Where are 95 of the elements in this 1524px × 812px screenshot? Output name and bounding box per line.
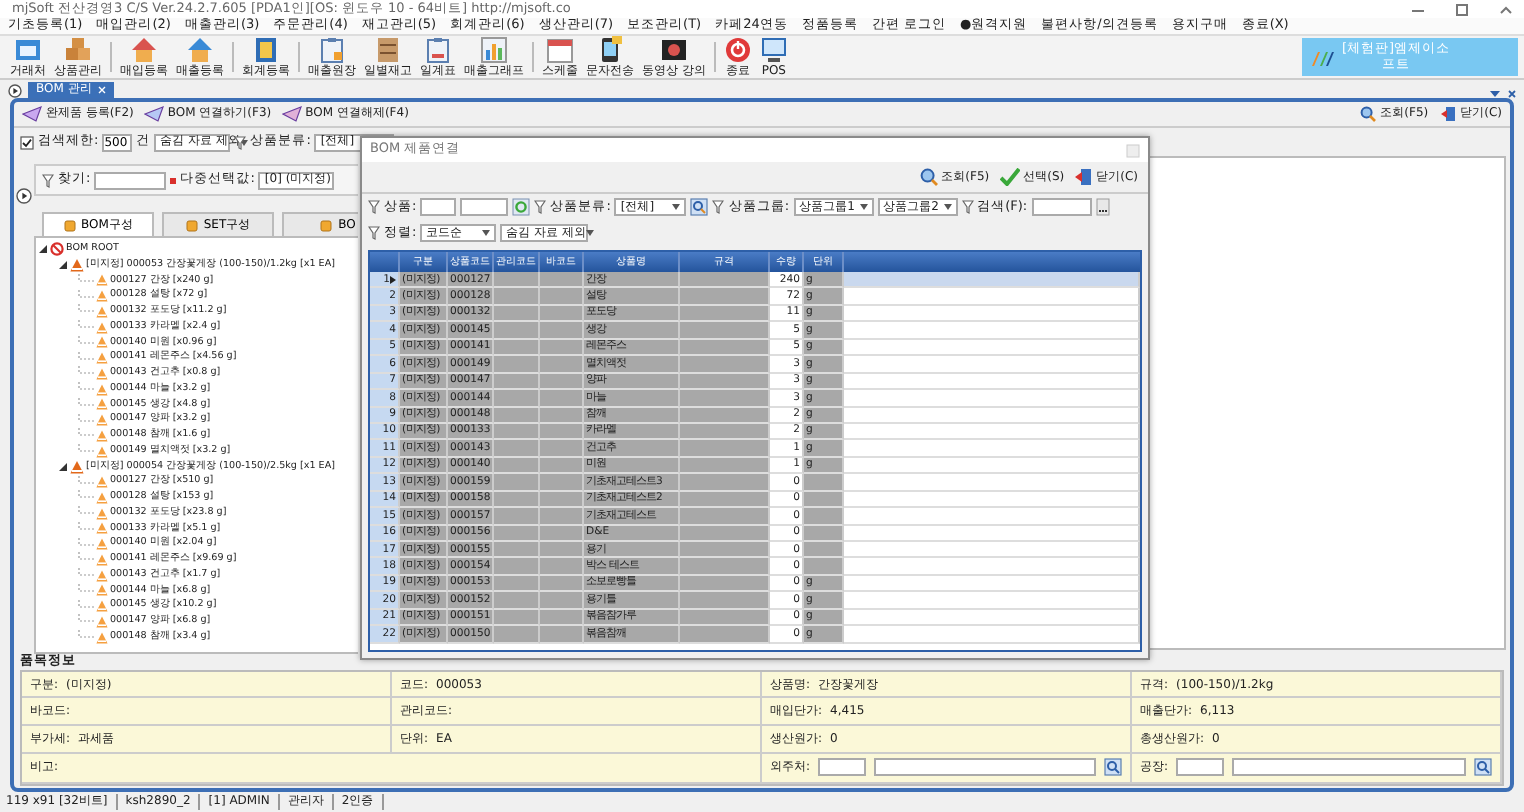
house-icon: [186, 35, 214, 64]
phone-icon: [596, 35, 624, 64]
table-cell: [494, 508, 540, 526]
expand-arrow-icon[interactable]: [38, 244, 48, 255]
table-cell: [494, 592, 540, 610]
ellipsis-button-icon: [1095, 198, 1110, 216]
filter-icon: [712, 200, 725, 214]
search-icon: [1104, 758, 1122, 777]
maximize-icon: [1456, 3, 1468, 15]
triangle-flag-icon: [22, 106, 42, 122]
table-cell: [680, 272, 770, 289]
refresh-icon: [512, 198, 531, 216]
table-cell: [680, 322, 770, 340]
input-field[interactable]: [1176, 758, 1225, 777]
table-cell: [540, 440, 584, 458]
table-cell: [540, 288, 584, 306]
search-icon: [690, 198, 709, 216]
input-field[interactable]: [1232, 758, 1466, 777]
table-cell: [494, 558, 540, 576]
table-cell: [540, 626, 584, 644]
caret-icon: [943, 204, 952, 210]
play-circle-icon: [8, 84, 22, 98]
table-cell: [540, 356, 584, 374]
table-cell: [804, 508, 844, 526]
table-cell: [680, 390, 770, 407]
exit-door-icon: [1440, 106, 1457, 122]
cylinder-icon: [185, 219, 198, 231]
table-cell: [540, 592, 584, 610]
filter-icon: [42, 173, 54, 187]
cone-icon: [70, 258, 84, 273]
monitor-icon: [759, 35, 788, 64]
cone-icon: [70, 459, 84, 474]
input-field[interactable]: [874, 758, 1096, 777]
input-field[interactable]: [420, 198, 457, 216]
cone-icon: [96, 631, 108, 644]
prohibited-icon: [50, 242, 64, 257]
current-row-icon: [390, 275, 396, 284]
table-cell: [680, 474, 770, 492]
logo-icon: [1310, 47, 1334, 67]
exit-door-icon: [1074, 168, 1093, 186]
caret-icon: [672, 204, 681, 210]
cone-icon: [96, 445, 108, 458]
expand-arrow-icon[interactable]: [58, 461, 68, 472]
search-icon: [1360, 106, 1377, 122]
table-cell: [540, 542, 584, 559]
shelf-icon: [374, 35, 402, 64]
table-cell: [494, 288, 540, 306]
collapse-icon: [1500, 3, 1512, 15]
book-icon: [252, 35, 280, 64]
search-icon: [1474, 758, 1492, 777]
input-field[interactable]: [818, 758, 867, 777]
checkbox[interactable]: [20, 135, 34, 149]
expand-arrow-icon[interactable]: [58, 260, 68, 271]
table-cell: [540, 322, 584, 340]
table-cell: [540, 474, 584, 492]
table-cell: [680, 356, 770, 374]
table-cell: [680, 508, 770, 526]
table-cell: [540, 558, 584, 576]
table-cell: [494, 272, 540, 289]
table-cell: [494, 542, 540, 559]
house-icon: [130, 35, 158, 64]
table-cell: [540, 508, 584, 526]
table-cell: [540, 272, 584, 289]
table-cell: [680, 558, 770, 576]
table-cell: [804, 558, 844, 576]
video-icon: [659, 35, 688, 64]
boxes-icon: [64, 35, 92, 64]
filter-icon: [534, 200, 547, 214]
table-cell: [494, 390, 540, 407]
table-cell: [680, 542, 770, 559]
search-icon: [919, 168, 938, 186]
cylinder-icon: [320, 219, 333, 231]
cone-icon: [96, 274, 108, 287]
triangle-flag-icon: [143, 106, 164, 122]
input-field[interactable]: [460, 198, 509, 216]
search-field[interactable]: [1031, 198, 1092, 216]
table-cell: [494, 626, 540, 644]
caret-icon: [859, 204, 868, 210]
table-cell: [680, 288, 770, 306]
table-cell: [494, 474, 540, 492]
table-cell: [494, 322, 540, 340]
cylinder-icon: [63, 219, 76, 231]
check-icon: [999, 168, 1020, 186]
triangle-flag-icon: [281, 106, 302, 122]
caret-icon: [586, 230, 595, 236]
table-cell: [494, 440, 540, 458]
table-cell: [680, 592, 770, 610]
table-cell: [680, 626, 770, 644]
table-cell: [540, 390, 584, 407]
find-field[interactable]: [94, 171, 167, 189]
table-cell: [804, 474, 844, 492]
caret-icon: [482, 230, 491, 236]
table-cell: [494, 356, 540, 374]
table-cell: [804, 542, 844, 559]
table-cell: [680, 440, 770, 458]
